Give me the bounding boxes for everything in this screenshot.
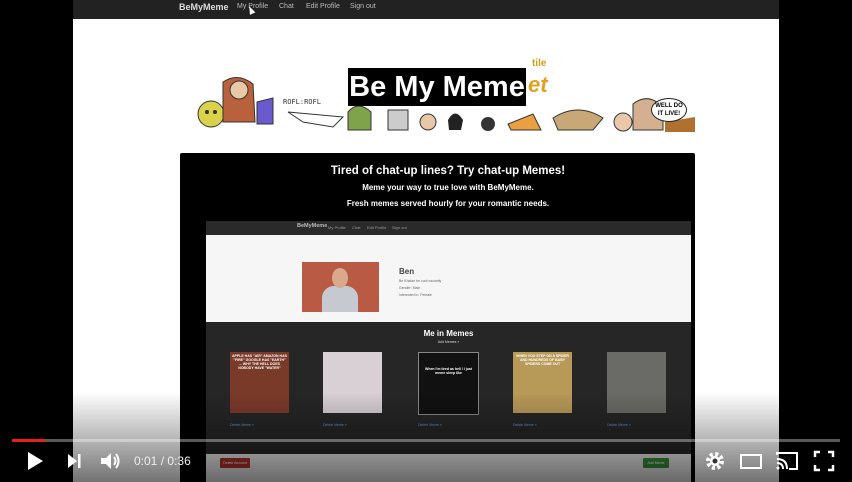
- meme-caption: APPLE HAS "AIR" AMAZON HAS "FIRE" GOOGLE…: [232, 354, 287, 370]
- banner-overlap-text: et: [528, 72, 548, 97]
- current-time: 0:01: [134, 454, 158, 468]
- duration: 0:36: [167, 454, 191, 468]
- inner-navbar: BeMyMeme My Profile Chat Edit Profile Si…: [206, 221, 691, 235]
- theater-mode-icon[interactable]: [739, 449, 763, 473]
- profile-gender: Gender: Male: [399, 286, 421, 290]
- progress-played: [12, 439, 46, 442]
- nav-edit-profile[interactable]: Edit Profile: [306, 3, 340, 10]
- play-icon[interactable]: [22, 449, 46, 473]
- profile-bio: Be Khalan be cuol vacantly: [399, 279, 442, 283]
- add-memes-link: Add Memes »: [437, 340, 460, 344]
- volume-icon[interactable]: [98, 449, 122, 473]
- memes-title: Me in Memes: [423, 329, 474, 338]
- profile-name: Ben: [399, 267, 415, 276]
- site-brand[interactable]: BeMyMeme: [179, 2, 229, 12]
- fullscreen-icon[interactable]: [812, 449, 836, 473]
- inner-nav-edit-profile: Edit Profile: [367, 225, 387, 230]
- speech-bubble: WELL DO IT LIVE!: [651, 98, 687, 122]
- next-icon[interactable]: [62, 449, 86, 473]
- svg-text:ROFL:ROFL: ROFL:ROFL: [283, 98, 321, 106]
- meme-caption: WHEN YOU STEP ON A SPIDER AND HUNDREDS O…: [516, 354, 569, 366]
- settings-gear-icon[interactable]: [703, 449, 727, 473]
- profile-interest: Interested in: Female: [399, 293, 432, 297]
- video-subline-1: Meme your way to true love with BeMyMeme…: [362, 183, 534, 192]
- banner-title: Be My Meme: [348, 68, 526, 106]
- cast-icon[interactable]: [775, 449, 799, 473]
- video-subline-2: Fresh memes served hourly for your roman…: [346, 199, 550, 208]
- site-navbar: BeMyMeme My Profile Chat Edit Profile Si…: [73, 0, 779, 19]
- nav-sign-out[interactable]: Sign out: [350, 3, 376, 10]
- banner-tile-text: tile: [532, 58, 547, 69]
- inner-nav-chat: Chat: [352, 225, 361, 230]
- time-display: 0:01 / 0:36: [134, 454, 191, 468]
- progress-bar[interactable]: [12, 439, 840, 442]
- video-headline: Tired of chat-up lines? Try chat-up Meme…: [330, 165, 566, 177]
- profile-photo: [302, 262, 379, 312]
- time-separator: /: [160, 454, 165, 468]
- meme-caption: When I'm tired as hell / I just meme sle…: [425, 367, 472, 375]
- nav-chat[interactable]: Chat: [279, 3, 294, 10]
- inner-brand: BeMyMeme: [297, 223, 328, 229]
- inner-nav-my-profile: My Profile: [328, 225, 346, 230]
- inner-nav-sign-out: Sign out: [392, 225, 407, 230]
